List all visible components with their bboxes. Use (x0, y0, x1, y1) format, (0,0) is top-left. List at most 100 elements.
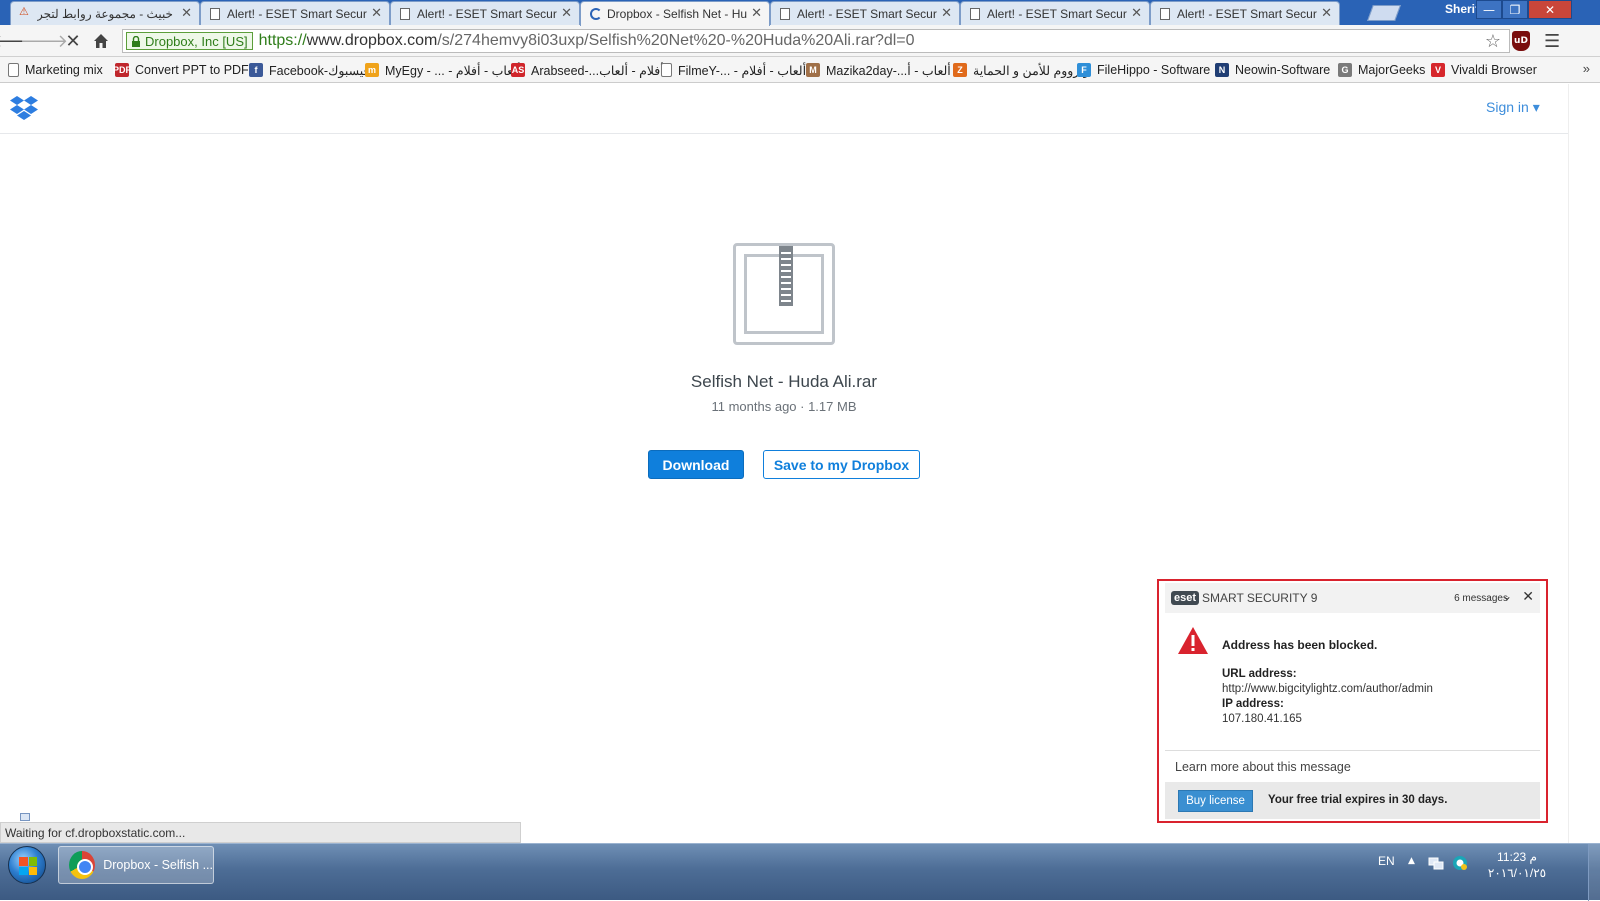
page-icon (210, 8, 220, 20)
bookmark-item[interactable]: AS Arabseed-...أفلام - ألعاب (511, 61, 664, 79)
profile-name[interactable]: Sherif (1445, 2, 1479, 16)
bookmark-item[interactable]: M Mazika2day-...ألعاب - أ (806, 61, 951, 79)
warning-icon (1178, 627, 1208, 654)
bookmarks-overflow-icon[interactable]: » (1583, 61, 1590, 76)
show-desktop-button[interactable] (1588, 844, 1600, 901)
tab-eset-alert-1[interactable]: Alert! - ESET Smart Securit ✕ (200, 1, 390, 25)
url-address-value: http://www.bigcitylightz.com/author/admi… (1222, 683, 1433, 695)
download-button[interactable]: Download (648, 450, 744, 479)
browser-toolbar: 🡐 🡒 ✕ Dropbox, Inc [US] https://www.drop… (0, 25, 1600, 57)
ublock-extension-icon[interactable]: uD (1512, 31, 1530, 51)
buy-license-button[interactable]: Buy license (1178, 790, 1253, 812)
start-button[interactable] (8, 846, 46, 884)
close-icon[interactable]: ✕ (751, 5, 762, 21)
ev-label: Dropbox, Inc [US] (145, 33, 248, 49)
tab-strip: ⚠ رابط خبيث - مجموعة روابط لتجر ✕ Alert!… (0, 0, 1600, 26)
close-icon[interactable]: ✕ (1522, 589, 1534, 605)
bookmark-item[interactable]: FilmeY-... - ألعاب - أفلام (661, 61, 806, 79)
clock[interactable]: 11:23 م ٢٠١٦/٠١/٢٥ (1480, 849, 1554, 881)
home-icon (94, 34, 108, 48)
clock-time: 11:23 م (1497, 850, 1537, 864)
status-bubble: Waiting for cf.dropboxstatic.com... (0, 822, 521, 843)
eset-footer: Buy license Your free trial expires in 3… (1165, 782, 1540, 819)
bookmark-label: MyEgy - ... - ألعاب - أفلام (385, 63, 521, 78)
language-indicator[interactable]: EN (1378, 854, 1395, 868)
eset-product-name: SMART SECURITY 9 (1202, 591, 1318, 605)
close-icon[interactable]: ✕ (561, 5, 572, 21)
ev-certificate-badge[interactable]: Dropbox, Inc [US] (126, 32, 253, 50)
url-text[interactable]: https://www.dropbox.com/s/274hemvy8i03ux… (259, 32, 915, 50)
tab-title: Alert! - ESET Smart Securit (417, 6, 557, 21)
vivaldi-icon: V (1431, 63, 1445, 77)
chevron-down-icon[interactable]: ⌄ (1502, 589, 1512, 603)
messages-count[interactable]: 6 messages (1454, 593, 1508, 604)
tab-eset-alert-4[interactable]: Alert! - ESET Smart Securit ✕ (960, 1, 1150, 25)
tab-arabic-site[interactable]: ⚠ رابط خبيث - مجموعة روابط لتجر ✕ (10, 1, 200, 25)
tab-eset-alert-5[interactable]: Alert! - ESET Smart Securit ✕ (1150, 1, 1340, 25)
lock-icon (132, 36, 140, 47)
bookmark-label: Mazika2day-...ألعاب - أ (826, 63, 951, 78)
bookmarks-bar: Marketing mix PDF Convert PPT to PDF f Faceb… (0, 57, 1600, 83)
home-button[interactable] (90, 30, 112, 52)
address-bar[interactable]: Dropbox, Inc [US] https://www.dropbox.co… (122, 29, 1510, 53)
new-tab-button[interactable] (1367, 5, 1401, 21)
bookmark-item[interactable]: Z زيزووم للأمن و الحماية (953, 61, 1090, 79)
tab-dropbox[interactable]: Dropbox - Selfish Net - Hu ✕ (580, 1, 770, 26)
tab-title: رابط خبيث - مجموعة روابط لتجر (37, 6, 177, 21)
close-icon[interactable]: ✕ (1131, 5, 1142, 21)
forward-button[interactable]: 🡒 (20, 30, 68, 52)
bookmark-star-icon[interactable]: ☆ (1485, 31, 1501, 52)
chrome-icon (69, 851, 96, 879)
learn-more-link[interactable]: Learn more about this message (1165, 750, 1540, 782)
tab-eset-alert-2[interactable]: Alert! - ESET Smart Securit ✕ (390, 1, 580, 25)
page-icon (1160, 8, 1170, 20)
bookmark-item[interactable]: F FileHippo - Software (1077, 61, 1210, 79)
close-icon[interactable]: ✕ (941, 5, 952, 21)
windows-logo-icon (19, 857, 37, 875)
bookmark-item[interactable]: G MajorGeeks (1338, 61, 1425, 79)
tab-title: Alert! - ESET Smart Securit (1177, 6, 1317, 21)
bookmark-item[interactable]: N Neowin-Software (1215, 61, 1330, 79)
save-to-dropbox-button[interactable]: Save to my Dropbox (763, 450, 920, 479)
pdf-icon: PDF (113, 63, 131, 77)
bookmark-label: FileHippo - Software (1097, 63, 1211, 77)
tab-eset-alert-3[interactable]: Alert! - ESET Smart Securit ✕ (770, 1, 960, 25)
window-close-button[interactable]: ✕ (1528, 0, 1572, 19)
bookmark-label: Marketing mix (25, 63, 103, 77)
archive-file-icon (733, 243, 835, 345)
dropbox-logo-icon[interactable] (10, 95, 38, 121)
eset-message-body: Address has been blocked. URL address: h… (1165, 613, 1540, 750)
stop-button[interactable]: ✕ (62, 30, 84, 52)
bookmark-label: Facebook-فيسبوك (269, 63, 370, 78)
bookmark-item[interactable]: V Vivaldi Browser (1431, 61, 1537, 79)
bookmark-label: Convert PPT to PDF (135, 63, 249, 77)
close-icon[interactable]: ✕ (371, 5, 382, 21)
sign-in-link[interactable]: Sign in ▾ (1486, 99, 1540, 116)
page-icon (661, 63, 672, 77)
page-scrollbar[interactable] (1568, 84, 1600, 844)
close-icon[interactable]: ✕ (1321, 5, 1332, 21)
taskbar-chrome-button[interactable]: Dropbox - Selfish ... (58, 846, 214, 884)
url-scheme: https:// (258, 32, 307, 49)
tab-title: Alert! - ESET Smart Securit (227, 6, 367, 21)
page-icon (970, 8, 980, 20)
minimize-button[interactable]: — (1476, 0, 1502, 19)
bookmark-item[interactable]: f Facebook-فيسبوك (249, 61, 370, 79)
tab-title: Alert! - ESET Smart Securit (987, 6, 1127, 21)
bookmark-label: FilmeY-... - ألعاب - أفلام (678, 63, 807, 78)
bookmark-item[interactable]: m MyEgy - ... - ألعاب - أفلام (365, 61, 521, 79)
close-icon[interactable]: ✕ (181, 5, 192, 21)
url-path: /s/274hemvy8i03uxp/Selfish%20Net%20-%20H… (437, 32, 915, 49)
eset-notification: eset SMART SECURITY 9 6 messages ⌄ ✕ Add… (1157, 579, 1548, 823)
menu-icon[interactable]: ☰ (1544, 31, 1560, 52)
bookmark-label: زيزووم للأمن و الحماية (973, 63, 1090, 78)
ip-address-label: IP address: (1222, 698, 1284, 710)
bookmark-item[interactable]: PDF Convert PPT to PDF (113, 61, 249, 79)
forward-arrow-icon: 🡒 (19, 30, 69, 52)
eset-tray-icon[interactable] (1452, 855, 1468, 871)
stop-icon: ✕ (65, 30, 81, 52)
tray-overflow-icon[interactable]: ▲ (1408, 856, 1415, 866)
network-icon[interactable] (1428, 855, 1444, 871)
bookmark-item[interactable]: Marketing mix (8, 61, 103, 79)
maximize-button[interactable]: ❐ (1502, 0, 1528, 19)
